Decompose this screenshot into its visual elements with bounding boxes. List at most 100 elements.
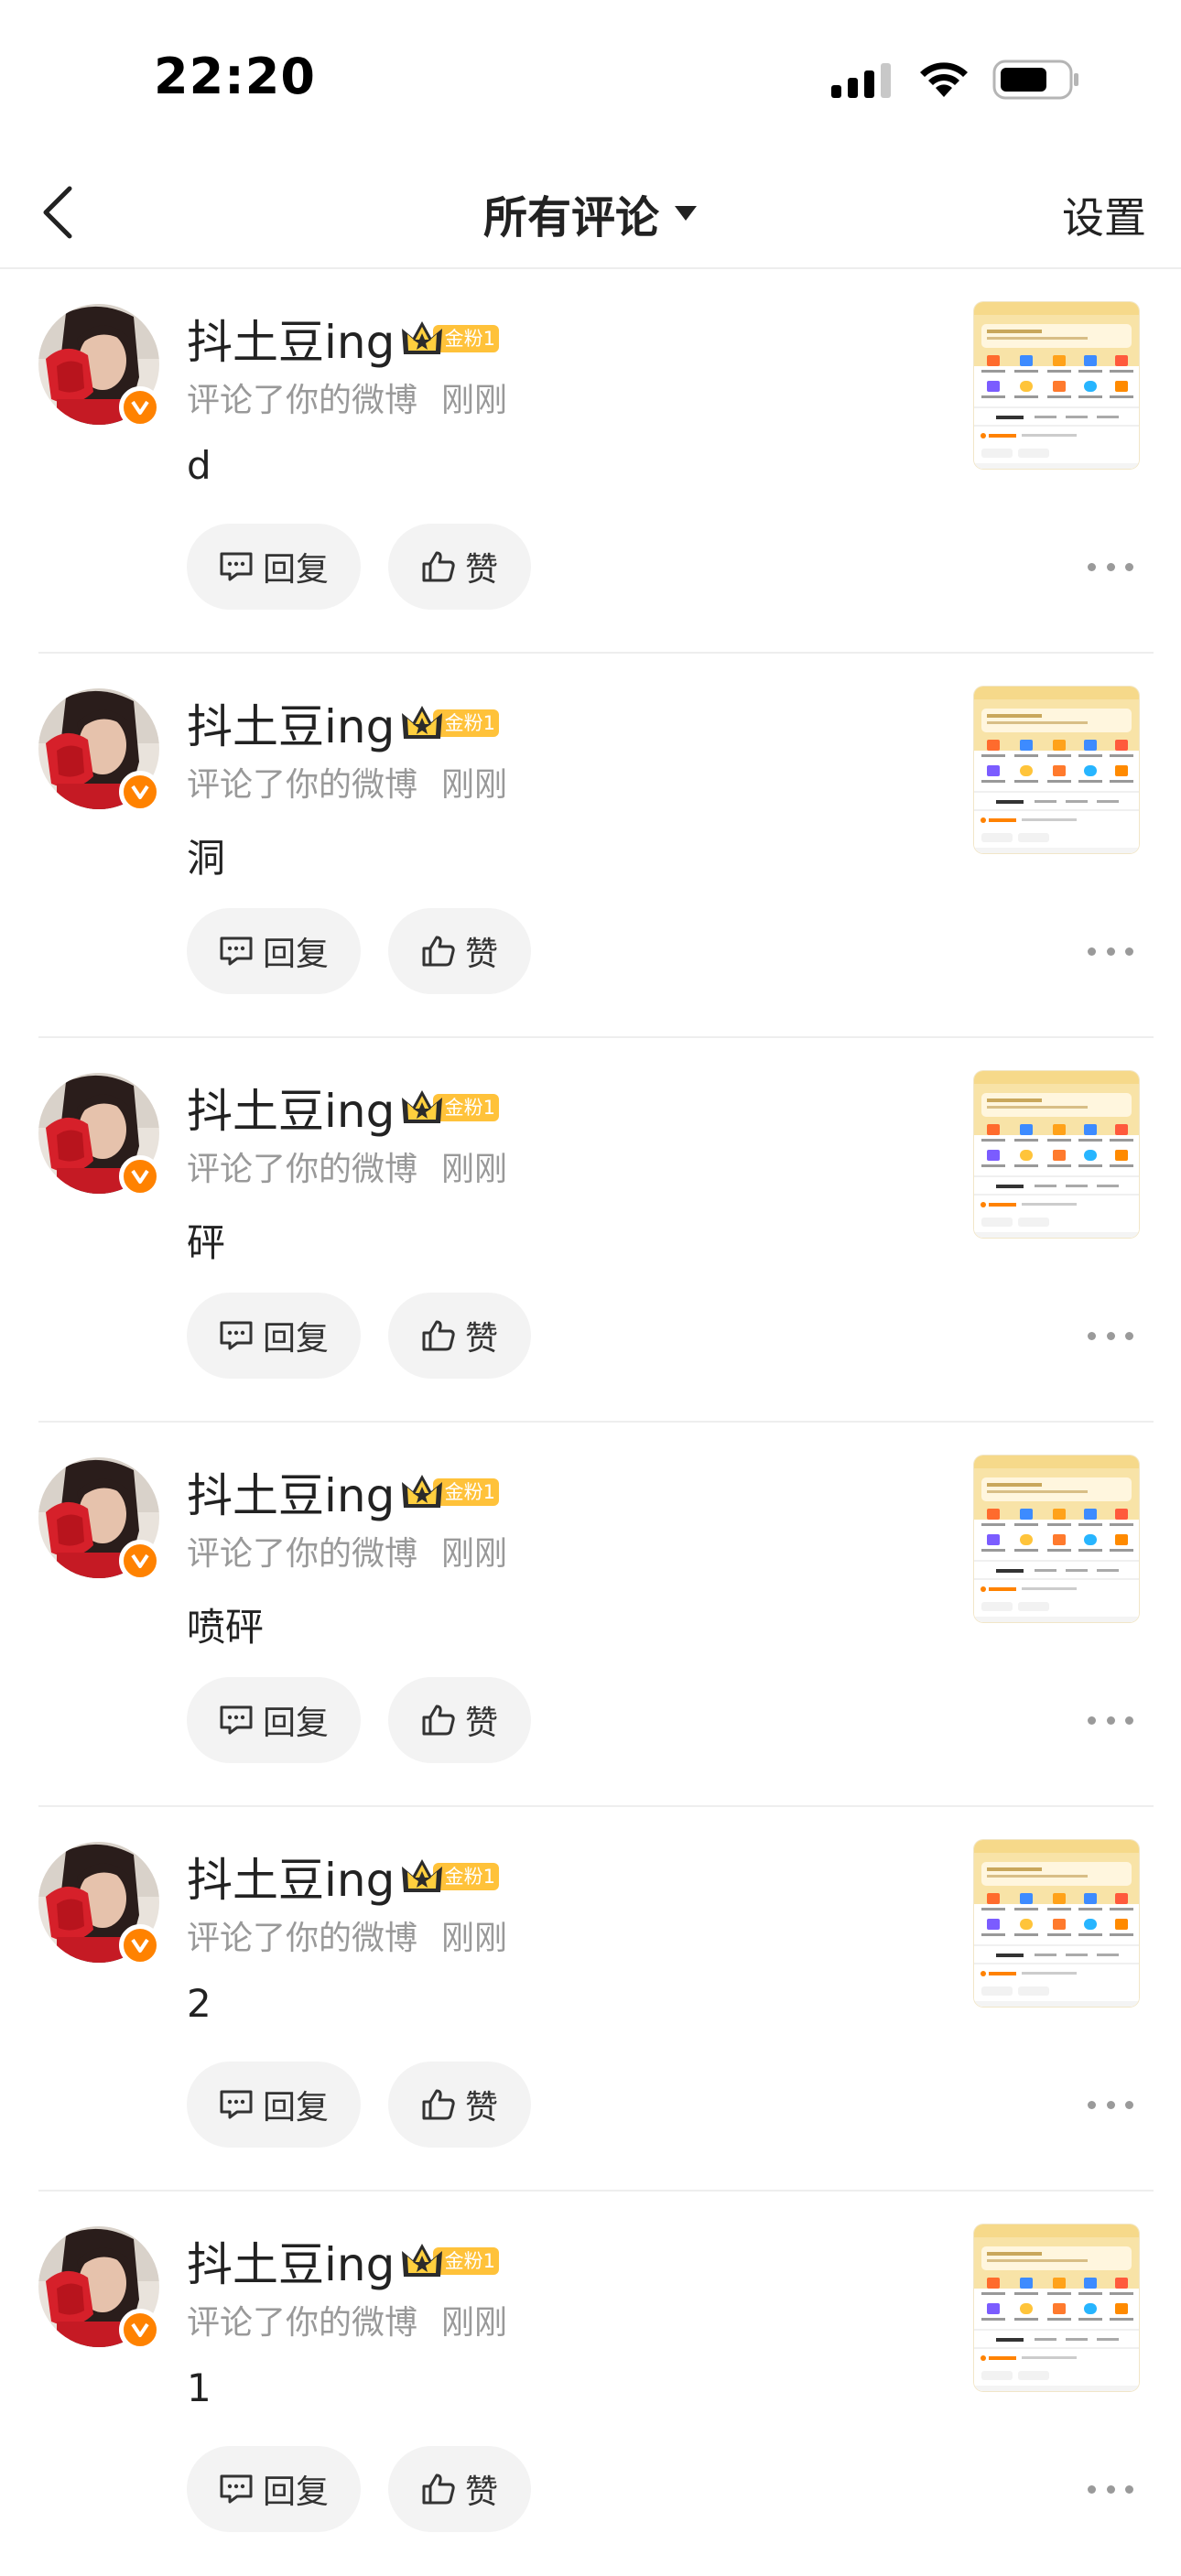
like-button[interactable]: 赞	[388, 2062, 531, 2148]
verified-badge-icon	[119, 1155, 161, 1197]
like-label: 赞	[464, 2089, 498, 2127]
reply-button[interactable]: 回复	[187, 2446, 361, 2532]
more-options-icon[interactable]	[1088, 548, 1133, 585]
reply-button[interactable]: 回复	[187, 1293, 361, 1379]
comment-text: d	[187, 443, 211, 488]
meta-text: 评论了你的微博	[187, 1920, 418, 1957]
weibo-thumbnail[interactable]	[974, 1456, 1139, 1622]
more-options-icon[interactable]	[1088, 2086, 1133, 2123]
fan-badge[interactable]: 金粉1	[400, 318, 501, 360]
fan-badge-label: 金粉1	[444, 328, 496, 350]
like-label: 赞	[464, 1705, 498, 1742]
reply-button[interactable]: 回复	[187, 524, 361, 610]
timestamp: 刚刚	[441, 1535, 508, 1573]
fan-badge-label: 金粉1	[444, 1866, 496, 1888]
username[interactable]: 抖土豆ing	[187, 1844, 395, 1910]
comment-text: 2	[187, 1981, 211, 2026]
reply-label: 回复	[262, 551, 329, 589]
name-row: 抖土豆ing 金粉1	[187, 1459, 501, 1525]
thumbs-up-icon	[422, 2473, 455, 2505]
name-row: 抖土豆ing 金粉1	[187, 690, 501, 756]
page-title: 所有评论	[482, 192, 659, 244]
reply-icon	[220, 1705, 253, 1735]
comment-item[interactable]: 抖土豆ing 金粉1 评论了你的微博 刚刚 喷砰 回复 赞	[0, 1423, 1181, 1807]
meta-text: 评论了你的微博	[187, 766, 418, 804]
weibo-thumbnail[interactable]	[974, 302, 1139, 469]
thumbs-up-icon	[422, 1320, 455, 1351]
settings-button[interactable]: 设置	[1062, 185, 1146, 245]
more-options-icon[interactable]	[1088, 1317, 1133, 1354]
fan-badge-label: 金粉1	[444, 2250, 496, 2272]
verified-badge-icon	[119, 386, 161, 428]
reply-button[interactable]: 回复	[187, 2062, 361, 2148]
comment-item[interactable]: 抖土豆ing 金粉1 评论了你的微博 刚刚 砰 回复 赞	[0, 1038, 1181, 1423]
like-label: 赞	[464, 551, 498, 589]
comment-text: 喷砰	[187, 1605, 265, 1650]
more-options-icon[interactable]	[1088, 2471, 1133, 2507]
fan-badge[interactable]: 金粉1	[400, 1856, 501, 1898]
comment-actions: 回复 赞	[187, 2446, 531, 2532]
reply-icon	[220, 936, 253, 966]
fan-badge[interactable]: 金粉1	[400, 702, 501, 744]
reply-icon	[220, 1321, 253, 1350]
like-button[interactable]: 赞	[388, 1677, 531, 1763]
like-button[interactable]: 赞	[388, 1293, 531, 1379]
more-options-icon[interactable]	[1088, 1702, 1133, 1738]
timestamp: 刚刚	[441, 766, 508, 804]
timestamp: 刚刚	[441, 1920, 508, 1957]
comment-text: 洞	[187, 836, 226, 881]
comment-meta: 评论了你的微博 刚刚	[187, 1142, 507, 1190]
wifi-icon	[920, 62, 968, 97]
fan-badge-label: 金粉1	[444, 1481, 496, 1503]
more-options-icon[interactable]	[1088, 933, 1133, 969]
comment-actions: 回复 赞	[187, 908, 531, 994]
verified-badge-icon	[119, 771, 161, 813]
weibo-thumbnail[interactable]	[974, 687, 1139, 853]
comment-meta: 评论了你的微博 刚刚	[187, 1911, 507, 1959]
reply-button[interactable]: 回复	[187, 908, 361, 994]
comment-meta: 评论了你的微博 刚刚	[187, 373, 507, 421]
reply-label: 回复	[262, 2089, 329, 2127]
username[interactable]: 抖土豆ing	[187, 306, 395, 372]
weibo-thumbnail[interactable]	[974, 1840, 1139, 2007]
comment-item[interactable]: 抖土豆ing 金粉1 评论了你的微博 刚刚 2 回复 赞	[0, 1807, 1181, 2192]
status-icons	[831, 57, 1080, 103]
like-label: 赞	[464, 2473, 498, 2511]
username[interactable]: 抖土豆ing	[187, 1459, 395, 1525]
username[interactable]: 抖土豆ing	[187, 2228, 395, 2294]
comment-item[interactable]: 抖土豆ing 金粉1 评论了你的微博 刚刚 1 回复 赞	[0, 2192, 1181, 2576]
like-button[interactable]: 赞	[388, 2446, 531, 2532]
reply-icon	[220, 2474, 253, 2504]
comment-meta: 评论了你的微博 刚刚	[187, 758, 507, 806]
username[interactable]: 抖土豆ing	[187, 1075, 395, 1141]
meta-text: 评论了你的微博	[187, 1535, 418, 1573]
name-row: 抖土豆ing 金粉1	[187, 306, 501, 372]
filter-dropdown[interactable]: 所有评论	[483, 181, 698, 245]
reply-icon	[220, 552, 253, 581]
comment-item[interactable]: 抖土豆ing 金粉1 评论了你的微博 刚刚 洞 回复 赞	[0, 654, 1181, 1038]
fan-badge[interactable]: 金粉1	[400, 1087, 501, 1129]
like-button[interactable]: 赞	[388, 908, 531, 994]
reply-label: 回复	[262, 1320, 329, 1358]
reply-button[interactable]: 回复	[187, 1677, 361, 1763]
comment-text: 砰	[187, 1220, 226, 1265]
fan-badge[interactable]: 金粉1	[400, 1471, 501, 1513]
caret-down-icon	[675, 206, 697, 221]
comment-item[interactable]: 抖土豆ing 金粉1 评论了你的微博 刚刚 d 回复 赞	[0, 269, 1181, 654]
battery-icon	[992, 60, 1078, 100]
like-button[interactable]: 赞	[388, 524, 531, 610]
comment-actions: 回复 赞	[187, 524, 531, 610]
name-row: 抖土豆ing 金粉1	[187, 1075, 501, 1141]
thumbs-up-icon	[422, 2089, 455, 2120]
fan-badge-label: 金粉1	[444, 712, 496, 734]
timestamp: 刚刚	[441, 382, 508, 419]
verified-badge-icon	[119, 1924, 161, 1966]
weibo-thumbnail[interactable]	[974, 2224, 1139, 2391]
verified-badge-icon	[119, 2309, 161, 2351]
fan-badge[interactable]: 金粉1	[400, 2240, 501, 2282]
signal-icon	[831, 63, 891, 98]
thumbs-up-icon	[422, 1705, 455, 1736]
status-bar: 22:20	[0, 0, 1181, 156]
weibo-thumbnail[interactable]	[974, 1071, 1139, 1238]
username[interactable]: 抖土豆ing	[187, 690, 395, 756]
